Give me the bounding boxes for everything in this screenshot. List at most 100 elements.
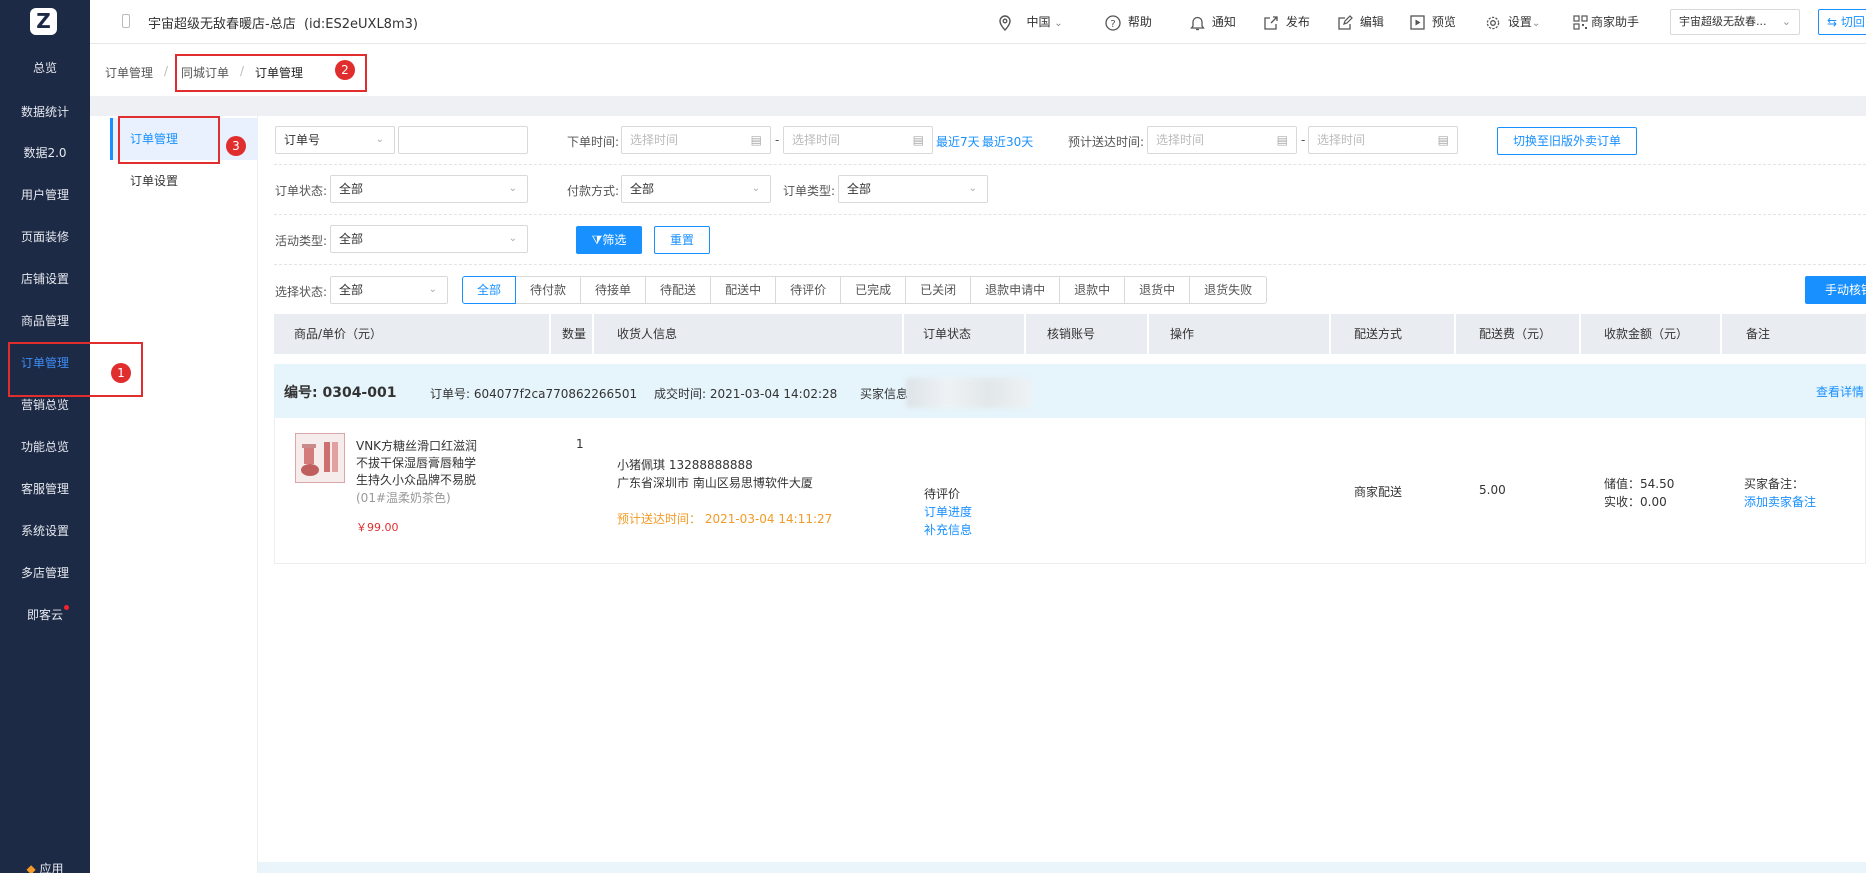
order-time-end[interactable]: 选择时间 ▤	[783, 126, 933, 154]
preview-button[interactable]: 预览	[1410, 12, 1456, 32]
nav-item-multi-store[interactable]: 多店管理	[0, 552, 90, 594]
reset-button[interactable]: 重置	[654, 226, 710, 254]
status-tab-all[interactable]: 全部	[462, 276, 517, 304]
product-name-line[interactable]: VNK方糖丝滑口红滋润	[356, 437, 477, 454]
nav-item-data-stats[interactable]: 数据统计	[0, 91, 90, 133]
add-seller-note-link[interactable]: 添加卖家备注	[1744, 493, 1816, 510]
store-select[interactable]: 宇宙超级无敌春... ⌄	[1670, 9, 1800, 35]
pay-method-value: 全部	[630, 182, 655, 196]
view-detail-link[interactable]: 查看详情	[1816, 383, 1864, 400]
product-thumbnail[interactable]	[295, 433, 345, 483]
nav-item-products[interactable]: 商品管理	[0, 300, 90, 342]
status-tab-return-failed[interactable]: 退货失败	[1190, 276, 1268, 304]
nav-item-apps[interactable]: ◆ 应用	[0, 860, 90, 873]
status-tabs: 全部 待付款 待接单 待配送 配送中 待评价 已完成 已关闭 退款申请中 退款中…	[462, 276, 1268, 304]
publish-button[interactable]: 发布	[1263, 12, 1310, 32]
status-tab-pending-payment[interactable]: 待付款	[516, 276, 582, 304]
activity-type-label: 活动类型:	[275, 234, 328, 248]
app-root: Z 总览 数据统计 数据2.0 用户管理 页面装修 店铺设置 商品管理 订单管理…	[0, 0, 1866, 873]
help-button[interactable]: ? 帮助	[1105, 12, 1152, 32]
calendar-icon: ▤	[1276, 133, 1288, 147]
column-divider	[1329, 314, 1331, 354]
nav-item-users[interactable]: 用户管理	[0, 174, 90, 216]
nav-item-data2[interactable]: 数据2.0	[0, 132, 90, 174]
settings-label: 设置	[1507, 15, 1532, 29]
app-logo[interactable]: Z	[30, 8, 57, 35]
order-no-select[interactable]: 订单号 ⌄	[275, 126, 395, 154]
nav-item-features[interactable]: 功能总览	[0, 426, 90, 468]
order-time-start[interactable]: 选择时间 ▤	[621, 126, 771, 154]
recent-7-days-link[interactable]: 最近7天	[936, 133, 980, 150]
order-status-select[interactable]: 全部 ⌄	[330, 175, 528, 203]
order-no-input[interactable]	[398, 126, 528, 154]
annotation-badge-3: 3	[226, 136, 246, 156]
chevron-down-icon: ⌄	[428, 284, 437, 295]
status-tab-refunding[interactable]: 退款中	[1060, 276, 1126, 304]
region-selector[interactable]: 中国 ⌄	[998, 12, 1063, 32]
date-range-dash: -	[1301, 133, 1306, 147]
supplement-info-link[interactable]: 补充信息	[924, 521, 972, 538]
column-quantity: 数量	[562, 327, 587, 341]
store-select-value: 宇宙超级无敌春...	[1679, 15, 1767, 28]
activity-type-select[interactable]: 全部 ⌄	[330, 225, 528, 253]
notify-button[interactable]: 通知	[1190, 12, 1236, 32]
delivery-time-end[interactable]: 选择时间 ▤	[1308, 126, 1458, 154]
annotation-badge-2: 2	[335, 60, 355, 80]
order-type-label: 订单类型:	[783, 184, 836, 198]
breadcrumb-root[interactable]: 订单管理	[105, 64, 153, 81]
calendar-icon: ▤	[750, 133, 762, 147]
delivery-time-label: 预计送达时间:	[1068, 135, 1145, 149]
nav-item-customer-service[interactable]: 客服管理	[0, 468, 90, 510]
status-tab-returning[interactable]: 退货中	[1125, 276, 1191, 304]
status-tab-pending-accept[interactable]: 待接单	[581, 276, 647, 304]
receiver-name-phone: 小猪佩琪 13288888888	[617, 458, 753, 472]
recent-30-days-link[interactable]: 最近30天	[982, 133, 1033, 150]
receiver-address: 广东省深圳市 南山区易思博软件大厦	[617, 476, 813, 490]
gear-icon	[1486, 16, 1500, 29]
settings-button[interactable]: 设置⌄	[1485, 12, 1540, 32]
pay-method-select[interactable]: 全部 ⌄	[621, 175, 771, 203]
qrcode-icon	[1573, 15, 1588, 30]
notification-dot	[64, 605, 69, 610]
divider	[274, 214, 1866, 215]
edit-button[interactable]: 编辑	[1337, 12, 1384, 32]
delivery-fee-value: 5.00	[1479, 483, 1506, 497]
filter-icon: ⧩	[591, 233, 603, 247]
status-tab-closed[interactable]: 已关闭	[906, 276, 972, 304]
merchant-assistant-button[interactable]: 商家助手	[1573, 12, 1639, 32]
column-delivery-method: 配送方式	[1354, 327, 1403, 341]
status-tab-completed[interactable]: 已完成	[841, 276, 907, 304]
column-verify-account: 核销账号	[1047, 327, 1096, 341]
annotation-box-3	[118, 116, 220, 164]
filter-button[interactable]: ⧩筛选	[576, 226, 642, 254]
nav-item-jikeyun[interactable]: 即客云	[0, 594, 90, 636]
order-progress-link[interactable]: 订单进度	[924, 503, 972, 520]
date-placeholder: 选择时间	[630, 133, 679, 147]
select-status-label: 选择状态:	[275, 285, 328, 299]
nav-item-store-settings[interactable]: 店铺设置	[0, 258, 90, 300]
nav-item-system-settings[interactable]: 系统设置	[0, 510, 90, 552]
switch-old-takeout-button[interactable]: 切换至旧版外卖订单	[1497, 127, 1637, 155]
order-type-value: 全部	[847, 182, 872, 196]
nav-item-overview[interactable]: 总览	[0, 47, 90, 89]
status-tab-pending-review[interactable]: 待评价	[776, 276, 842, 304]
assistant-label: 商家助手	[1591, 15, 1640, 29]
order-type-select[interactable]: 全部 ⌄	[838, 175, 988, 203]
stored-value-amount: 储值：54.50	[1604, 477, 1675, 491]
nav-item-page-design[interactable]: 页面装修	[0, 216, 90, 258]
status-tab-refund-requested[interactable]: 退款申请中	[971, 276, 1061, 304]
product-quantity: 1	[576, 437, 584, 451]
status-tab-delivering[interactable]: 配送中	[711, 276, 777, 304]
apps-icon: ◆	[26, 862, 36, 873]
delivery-time-start[interactable]: 选择时间 ▤	[1147, 126, 1297, 154]
subnav-order-settings[interactable]: 订单设置	[110, 160, 258, 202]
chevron-down-icon: ⌄	[508, 233, 517, 244]
select-status-select[interactable]: 全部 ⌄	[330, 276, 448, 304]
product-name-line[interactable]: 不拔干保湿唇膏唇釉学	[356, 454, 476, 471]
column-divider	[1454, 314, 1456, 354]
switch-back-button[interactable]: ⇆ 切回	[1818, 9, 1866, 35]
status-tab-pending-delivery[interactable]: 待配送	[646, 276, 712, 304]
manual-verify-button[interactable]: 手动核销	[1805, 276, 1866, 304]
product-name-line[interactable]: 生持久小众品牌不易脱	[356, 471, 476, 488]
bell-icon	[1190, 16, 1205, 30]
